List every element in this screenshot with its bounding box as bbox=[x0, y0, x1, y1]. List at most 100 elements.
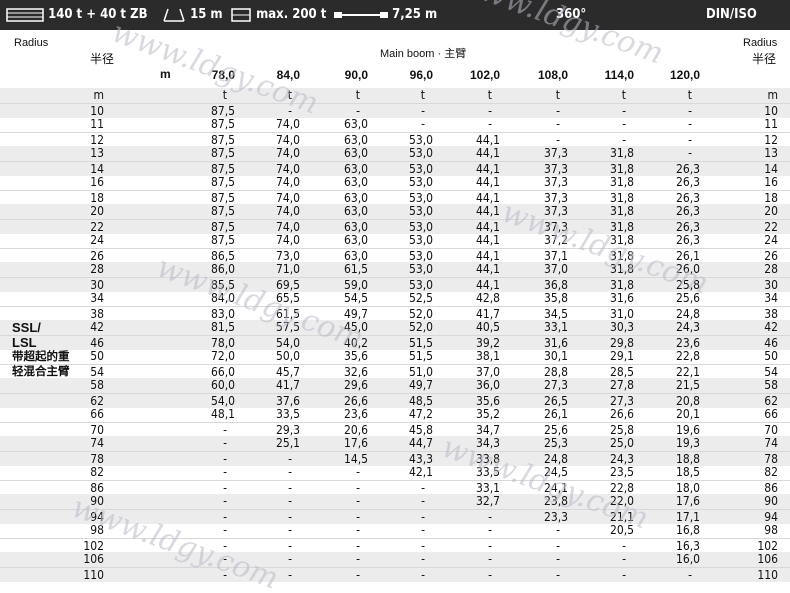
load-cell: 40,5 bbox=[475, 320, 500, 334]
main-boom-label: Main boom · 主臂 bbox=[380, 48, 467, 60]
load-cell: 24,5 bbox=[543, 465, 568, 479]
load-cell: 35,2 bbox=[475, 407, 500, 421]
load-cell: 74,0 bbox=[275, 190, 300, 205]
load-cell: 22,8 bbox=[609, 480, 634, 495]
load-cell: 26,5 bbox=[543, 393, 568, 408]
radius-cell-left: 110 bbox=[83, 567, 104, 582]
table-row: 82 - - - 42,1 33,5 24,5 23,5 18,5 82 bbox=[0, 465, 790, 480]
radius-cell-left: 38 bbox=[90, 306, 104, 321]
radius-cell-right: 12 bbox=[764, 132, 778, 147]
load-cell: 54,0 bbox=[210, 393, 235, 408]
load-cell: - bbox=[288, 538, 292, 553]
load-cell: 44,1 bbox=[475, 175, 500, 189]
load-cell: - bbox=[356, 480, 360, 495]
load-cell: 53,0 bbox=[408, 248, 433, 263]
load-cell: - bbox=[223, 451, 227, 466]
radius-cell-left: 26 bbox=[90, 248, 104, 263]
load-cell: - bbox=[421, 103, 425, 118]
load-cell: 44,1 bbox=[475, 248, 500, 263]
load-cell: 31,8 bbox=[609, 175, 634, 189]
radius-cell-right: 66 bbox=[764, 407, 778, 421]
load-cell: 87,5 bbox=[210, 190, 235, 205]
load-cell: 26,3 bbox=[675, 233, 700, 247]
load-cell: 31,8 bbox=[609, 146, 634, 160]
load-cell: 27,3 bbox=[543, 378, 568, 392]
load-cell: 24,8 bbox=[675, 306, 700, 321]
load-cell: 31,8 bbox=[609, 219, 634, 234]
radius-cell-right: 38 bbox=[764, 306, 778, 321]
table-row: 66 48,1 33,5 23,6 47,2 35,2 26,1 26,6 20,1 66 bbox=[0, 407, 790, 422]
table-row: 26 86,5 73,0 63,0 53,0 44,1 37,1 31,8 26,1 26 bbox=[0, 247, 790, 264]
load-cell: 48,5 bbox=[408, 393, 433, 408]
ssl-lsl-label: SSL/ LSL 带超起的重 轻混合主臂 bbox=[12, 320, 92, 379]
load-cell: 29,1 bbox=[609, 349, 634, 363]
load-cell: - bbox=[288, 552, 292, 566]
load-cell: 87,5 bbox=[210, 132, 235, 147]
boom-length-header: 120,0 bbox=[669, 68, 700, 82]
radius-cell-right: 16 bbox=[764, 175, 778, 189]
load-cell: - bbox=[288, 103, 292, 118]
load-cell: 74,0 bbox=[275, 161, 300, 176]
load-cell: 87,5 bbox=[210, 204, 235, 218]
load-cell: 51,0 bbox=[408, 364, 433, 379]
load-cell: 26,1 bbox=[675, 248, 700, 263]
load-cell: - bbox=[488, 509, 492, 524]
load-cell: 37,0 bbox=[543, 262, 568, 276]
load-cell: 36,0 bbox=[475, 378, 500, 392]
table-row: 94 - - - - - 23,3 21,1 17,1 94 bbox=[0, 508, 790, 524]
capacity-spec: max. 200 t bbox=[230, 0, 326, 30]
capacity-value: max. 200 t bbox=[256, 7, 327, 22]
load-cell: 63,0 bbox=[343, 190, 368, 205]
ssl-label-cn-line1: 带超起的重 bbox=[12, 351, 70, 363]
load-cell: 44,1 bbox=[475, 161, 500, 176]
load-cell: 19,3 bbox=[675, 436, 700, 450]
load-cell: - bbox=[556, 538, 560, 553]
unit-cell: t bbox=[487, 88, 492, 102]
table-row: 106 - - - - - - - 16,0 106 bbox=[0, 552, 790, 567]
load-cell: 63,0 bbox=[343, 233, 368, 247]
radius-cell-right: 102 bbox=[757, 538, 778, 553]
radius-cell-left: 74 bbox=[90, 436, 104, 450]
table-row: 62 54,0 37,6 26,6 48,5 35,6 26,5 27,3 20,8 62 bbox=[0, 392, 790, 408]
load-cell: 59,0 bbox=[343, 277, 368, 292]
load-cell: - bbox=[223, 552, 227, 566]
load-cell: 37,3 bbox=[543, 190, 568, 205]
load-cell: 34,5 bbox=[543, 306, 568, 321]
table-row: 14 87,5 74,0 63,0 53,0 44,1 37,3 31,8 26,3 14 bbox=[0, 160, 790, 176]
radius-cell-right: 62 bbox=[764, 393, 778, 408]
load-cell: - bbox=[223, 465, 227, 479]
table-row: 46 78,0 54,0 40,2 51,5 39,2 31,6 29,8 23,6 46 bbox=[0, 334, 790, 350]
load-cell: 33,8 bbox=[475, 451, 500, 466]
load-cell: 53,0 bbox=[408, 132, 433, 147]
slew-angle: 360° bbox=[556, 7, 587, 22]
load-cell: - bbox=[488, 523, 492, 537]
load-cell: 81,5 bbox=[210, 320, 235, 334]
load-cell: 66,0 bbox=[210, 364, 235, 379]
radius-cell-right: 98 bbox=[764, 523, 778, 537]
load-cell: 17,6 bbox=[675, 494, 700, 508]
load-cell: 35,8 bbox=[543, 291, 568, 305]
load-cell: 31,8 bbox=[609, 233, 634, 247]
load-cell: 23,8 bbox=[543, 494, 568, 508]
radius-label-right: Radius bbox=[743, 37, 778, 49]
load-cell: 23,6 bbox=[675, 335, 700, 350]
load-cell: 31,6 bbox=[543, 335, 568, 350]
load-cell: 38,1 bbox=[475, 349, 500, 363]
load-cell: 20,6 bbox=[343, 422, 368, 437]
load-cell: 23,5 bbox=[609, 465, 634, 479]
load-cell: 22,1 bbox=[675, 364, 700, 379]
load-cell: 74,0 bbox=[275, 175, 300, 189]
table-header: Radius 半径 Radius 半径 Main boom · 主臂 m 78,… bbox=[0, 30, 790, 88]
load-cell: 44,1 bbox=[475, 204, 500, 218]
load-cell: 37,3 bbox=[543, 204, 568, 218]
load-cell: 40,2 bbox=[343, 335, 368, 350]
unit-radius-left: m bbox=[93, 88, 104, 102]
table-row: 58 60,0 41,7 29,6 49,7 36,0 27,3 27,8 21,5 58 bbox=[0, 378, 790, 393]
radius-cell-left: 62 bbox=[90, 393, 104, 408]
radius-cell-left: 94 bbox=[90, 509, 104, 524]
radius-cell-left: 34 bbox=[90, 291, 104, 305]
table-row: 13 87,5 74,0 63,0 53,0 44,1 37,3 31,8 - 13 bbox=[0, 146, 790, 161]
load-cell: 34,7 bbox=[475, 422, 500, 437]
load-cell: 53,0 bbox=[408, 146, 433, 160]
boom-length-header: 96,0 bbox=[409, 68, 433, 82]
